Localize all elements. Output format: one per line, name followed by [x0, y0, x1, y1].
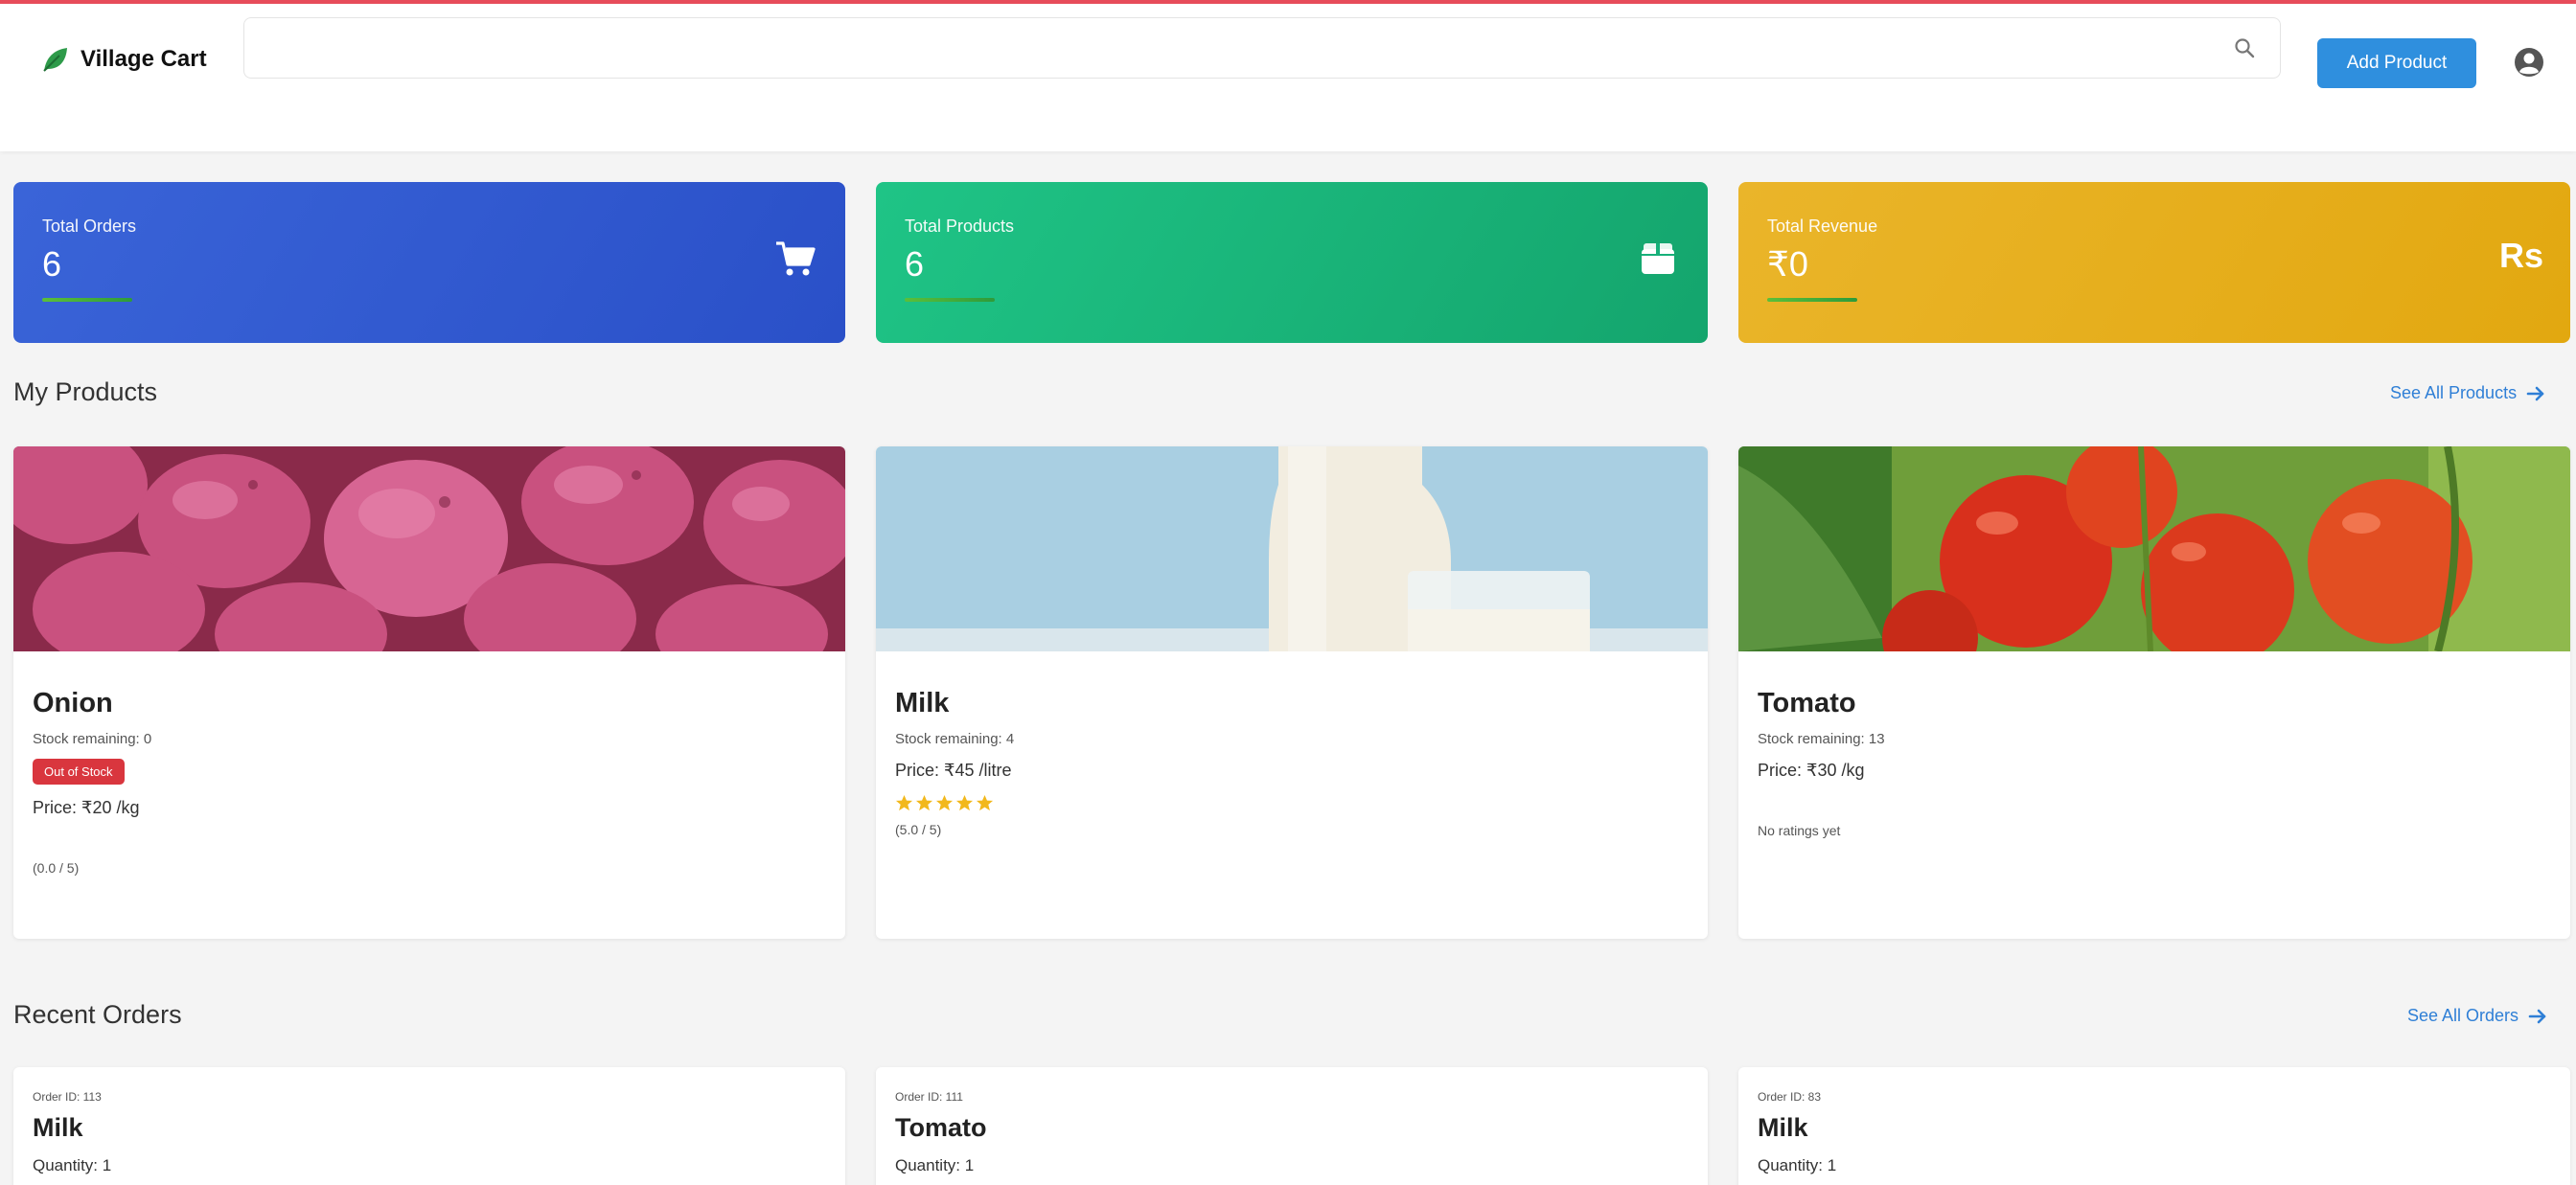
see-all-products-label: See All Products	[2390, 383, 2518, 402]
order-quantity: Quantity: 1	[33, 1156, 112, 1174]
product-stock: Stock remaining: 0	[33, 731, 152, 747]
stat-label: Total Orders	[42, 216, 137, 236]
cart-icon	[776, 241, 816, 276]
milk-image	[876, 446, 1708, 651]
rupee-icon: Rs	[2498, 236, 2543, 275]
see-all-orders-label: See All Orders	[2407, 1006, 2519, 1025]
stat-value: 6	[905, 244, 925, 284]
search-input[interactable]	[244, 18, 2280, 78]
product-card-onion[interactable]: Onion Stock remaining: 0 Out of Stock Pr…	[13, 446, 845, 939]
product-stock: Stock remaining: 4	[895, 731, 1015, 747]
product-price: Price: ₹30 /kg	[1758, 761, 1865, 780]
product-rating: (5.0 / 5)	[895, 822, 942, 837]
star-icon	[955, 794, 974, 811]
product-card-tomato[interactable]: Tomato Stock remaining: 13 Price: ₹30 /k…	[1738, 446, 2570, 939]
onion-image	[13, 446, 845, 651]
product-rating: No ratings yet	[1758, 823, 1841, 838]
order-id: Order ID: 83	[1758, 1090, 1822, 1104]
order-product-name: Milk	[1758, 1113, 1808, 1142]
stat-value: ₹0	[1767, 244, 1808, 284]
order-card[interactable]: Order ID: 83 Milk Quantity: 1	[1738, 1067, 2570, 1185]
star-icon	[915, 794, 933, 811]
product-stock: Stock remaining: 13	[1758, 731, 1885, 747]
top-header: Village Cart Add Product	[0, 4, 2576, 151]
stat-underline	[1767, 298, 1857, 302]
brand[interactable]: Village Cart	[40, 44, 207, 75]
stat-value: 6	[42, 244, 62, 284]
product-name: Tomato	[1758, 688, 1856, 718]
search-icon[interactable]	[2234, 37, 2255, 58]
tomato-image	[1738, 446, 2570, 651]
add-product-button[interactable]: Add Product	[2317, 38, 2476, 88]
stat-label: Total Revenue	[1767, 216, 1878, 236]
product-price: Price: ₹45 /litre	[895, 761, 1012, 780]
search-box[interactable]	[243, 17, 2281, 79]
product-card-milk[interactable]: Milk Stock remaining: 4 Price: ₹45 /litr…	[876, 446, 1708, 939]
order-card[interactable]: Order ID: 111 Tomato Quantity: 1	[876, 1067, 1708, 1185]
product-price: Price: ₹20 /kg	[33, 798, 140, 817]
brand-name: Village Cart	[80, 46, 207, 72]
stat-underline	[42, 298, 132, 302]
product-name: Milk	[895, 688, 950, 718]
order-id: Order ID: 111	[895, 1090, 963, 1104]
total-products-card[interactable]: Total Products 6	[876, 182, 1708, 343]
my-products-title: My Products	[13, 377, 158, 406]
product-name: Onion	[33, 688, 113, 718]
order-id: Order ID: 113	[33, 1090, 102, 1104]
order-product-name: Milk	[33, 1113, 83, 1142]
stat-label: Total Products	[905, 216, 1015, 236]
user-account-icon[interactable]	[2513, 46, 2545, 79]
stat-underline	[905, 298, 995, 302]
out-of-stock-badge: Out of Stock	[33, 759, 125, 785]
see-all-orders-link[interactable]: See All Orders	[2407, 1006, 2547, 1026]
order-card[interactable]: Order ID: 113 Milk Quantity: 1	[13, 1067, 845, 1185]
star-icon	[935, 794, 954, 811]
recent-orders-title: Recent Orders	[13, 1000, 182, 1029]
star-icon	[895, 794, 913, 811]
total-orders-card[interactable]: Total Orders 6	[13, 182, 845, 343]
total-revenue-card[interactable]: Total Revenue ₹0 Rs	[1738, 182, 2570, 343]
order-quantity: Quantity: 1	[1758, 1156, 1837, 1174]
arrow-right-icon	[2528, 1009, 2546, 1023]
order-quantity: Quantity: 1	[895, 1156, 975, 1174]
product-rating: (0.0 / 5)	[33, 860, 80, 876]
box-icon	[1642, 243, 1674, 274]
see-all-products-link[interactable]: See All Products	[2390, 383, 2545, 403]
rating-stars	[895, 794, 1689, 812]
arrow-right-icon	[2526, 386, 2544, 400]
leaf-icon	[43, 48, 67, 72]
star-icon	[976, 794, 994, 811]
order-product-name: Tomato	[895, 1113, 987, 1142]
